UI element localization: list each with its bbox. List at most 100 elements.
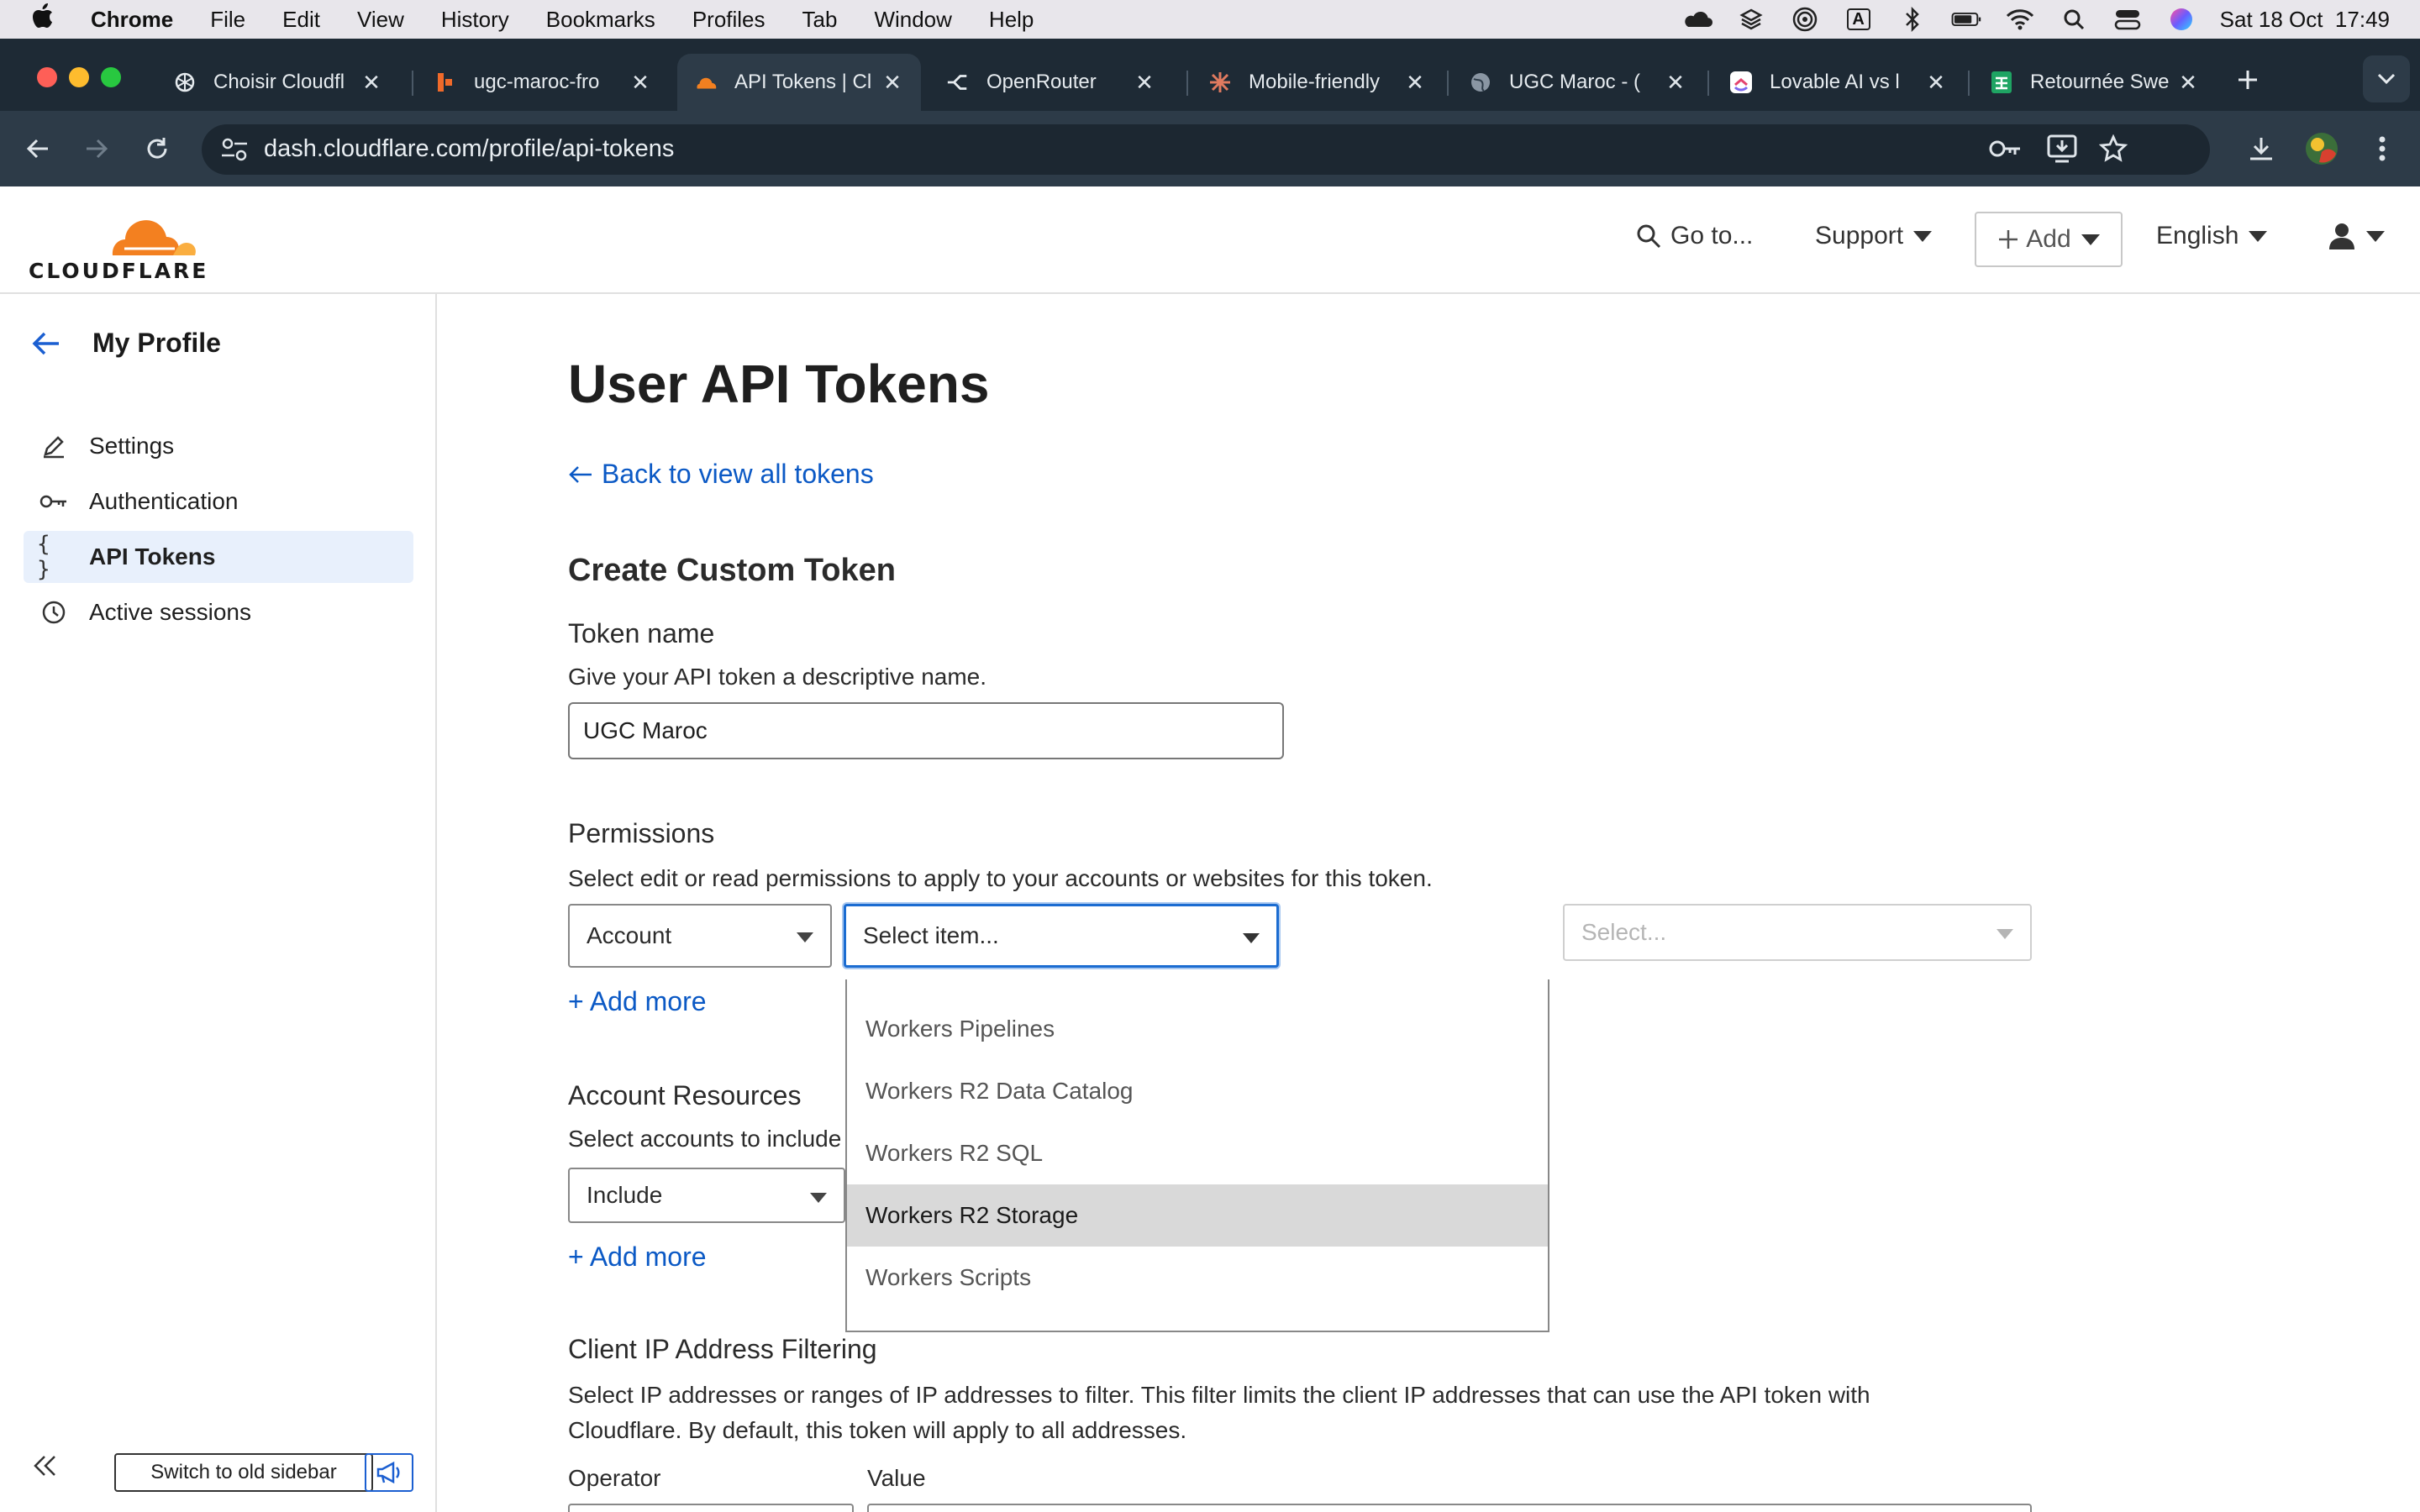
back-link-label: Back to view all tokens bbox=[602, 459, 874, 489]
support-menu[interactable]: Support bbox=[1815, 222, 1933, 250]
menu-profiles[interactable]: Profiles bbox=[692, 7, 765, 33]
permission-scope-select[interactable]: Account bbox=[568, 904, 832, 968]
browser-tab[interactable]: Lovable AI vs l ✕ bbox=[1712, 54, 1965, 111]
password-key-icon[interactable] bbox=[1988, 136, 2022, 165]
forward-button[interactable] bbox=[77, 129, 116, 168]
menu-file[interactable]: File bbox=[210, 7, 245, 33]
install-app-icon[interactable] bbox=[2047, 134, 2077, 167]
add-button[interactable]: Add bbox=[1975, 212, 2123, 267]
browser-toolbar: dash.cloudflare.com/profile/api-tokens bbox=[0, 111, 2420, 186]
clickup-icon bbox=[1729, 71, 1753, 94]
input-source-icon[interactable]: A bbox=[1844, 7, 1874, 32]
tab-separator bbox=[1968, 71, 1970, 96]
collapse-sidebar-icon[interactable] bbox=[30, 1452, 64, 1485]
profile-avatar[interactable] bbox=[2302, 129, 2341, 168]
menu-edit[interactable]: Edit bbox=[282, 7, 320, 33]
browser-tab[interactable]: OpenRouter ✕ bbox=[929, 54, 1173, 111]
switch-old-sidebar-button[interactable]: Switch to old sidebar bbox=[114, 1453, 373, 1492]
chrome-menu-button[interactable] bbox=[2363, 129, 2402, 168]
close-icon[interactable]: ✕ bbox=[1664, 70, 1687, 96]
close-icon[interactable]: ✕ bbox=[2176, 70, 2200, 96]
close-icon[interactable]: ✕ bbox=[629, 70, 652, 96]
window-zoom-button[interactable] bbox=[101, 67, 121, 87]
user-menu[interactable] bbox=[2328, 222, 2385, 250]
add-more-accounts-link[interactable]: + Add more bbox=[568, 1242, 707, 1273]
menu-window[interactable]: Window bbox=[874, 7, 951, 33]
apple-icon[interactable] bbox=[32, 3, 66, 35]
back-button[interactable] bbox=[18, 129, 57, 168]
close-icon[interactable]: ✕ bbox=[881, 70, 904, 96]
menu-view[interactable]: View bbox=[357, 7, 404, 33]
dropdown-option[interactable]: Workers Scripts bbox=[847, 1247, 1548, 1309]
menu-history[interactable]: History bbox=[441, 7, 509, 33]
token-name-input[interactable]: UGC Maroc bbox=[568, 702, 1284, 759]
address-bar[interactable]: dash.cloudflare.com/profile/api-tokens bbox=[202, 124, 2210, 175]
site-settings-icon[interactable] bbox=[220, 136, 249, 167]
menu-tab[interactable]: Tab bbox=[802, 7, 838, 33]
claude-icon bbox=[1208, 71, 1232, 94]
operator-select[interactable] bbox=[568, 1504, 854, 1512]
reload-button[interactable] bbox=[138, 129, 176, 168]
ip-value-input[interactable] bbox=[867, 1504, 2032, 1512]
dropdown-option[interactable]: Workers Pipelines bbox=[847, 998, 1548, 1060]
dropdown-option[interactable]: Workers R2 Data Catalog bbox=[847, 1060, 1548, 1122]
window-close-button[interactable] bbox=[37, 67, 57, 87]
wifi-icon[interactable] bbox=[2005, 7, 2035, 32]
caret-down-icon bbox=[1913, 230, 1933, 242]
bookmark-star-icon[interactable] bbox=[2098, 134, 2128, 167]
browser-tab-strip: Choisir Cloudfl ✕ ugc-maroc-fro ✕ API To… bbox=[0, 39, 2420, 111]
browser-tab[interactable]: UGC Maroc - ( ✕ bbox=[1452, 54, 1704, 111]
cloudflare-logo[interactable]: CLOUDFLARE bbox=[27, 205, 212, 283]
spotlight-icon[interactable] bbox=[2059, 7, 2089, 32]
clock-datetime[interactable]: Sat 18 Oct 17:49 bbox=[2220, 7, 2390, 33]
sidebar-item-settings[interactable]: Settings bbox=[24, 420, 413, 472]
cloud-icon[interactable] bbox=[1682, 7, 1712, 32]
browser-tab[interactable]: Retournée Swe ✕ bbox=[1973, 54, 2217, 111]
add-more-permissions-link[interactable]: + Add more bbox=[568, 986, 707, 1017]
caret-down-icon bbox=[797, 932, 813, 942]
language-menu[interactable]: English bbox=[2156, 222, 2268, 250]
arrow-left-icon bbox=[569, 465, 592, 483]
caret-down-icon bbox=[1243, 933, 1260, 943]
permission-item-select[interactable]: Select item... bbox=[844, 904, 1279, 968]
sidebar-item-authentication[interactable]: Authentication bbox=[24, 475, 413, 528]
close-icon[interactable]: ✕ bbox=[1403, 70, 1427, 96]
browser-tab[interactable]: Mobile-friendly ✕ bbox=[1192, 54, 1444, 111]
siri-icon[interactable] bbox=[2166, 7, 2196, 32]
airdrop-icon[interactable] bbox=[1790, 7, 1820, 32]
permission-scope-value: Account bbox=[587, 922, 672, 948]
window-minimize-button[interactable] bbox=[69, 67, 89, 87]
url-text[interactable]: dash.cloudflare.com/profile/api-tokens bbox=[264, 135, 674, 163]
dropdown-option[interactable]: Workers R2 SQL bbox=[847, 1122, 1548, 1184]
menu-bookmarks[interactable]: Bookmarks bbox=[546, 7, 655, 33]
permission-item-dropdown: Workers Pipelines Workers R2 Data Catalo… bbox=[845, 979, 1549, 1332]
bluetooth-icon[interactable] bbox=[1897, 7, 1928, 32]
sidebar-item-label: Settings bbox=[89, 433, 175, 459]
sidebar-item-active-sessions[interactable]: Active sessions bbox=[24, 586, 413, 638]
reload-icon bbox=[147, 138, 167, 159]
menu-app-name[interactable]: Chrome bbox=[91, 7, 173, 33]
sidebar-item-api-tokens[interactable]: { } API Tokens bbox=[24, 531, 413, 583]
new-tab-button[interactable] bbox=[2228, 60, 2267, 99]
menu-help[interactable]: Help bbox=[989, 7, 1034, 33]
browser-tab[interactable]: Choisir Cloudfl ✕ bbox=[156, 54, 400, 111]
dropdown-option-highlighted[interactable]: Workers R2 Storage bbox=[847, 1184, 1548, 1247]
goto-button[interactable]: Go to... bbox=[1635, 222, 1753, 250]
browser-tab-active[interactable]: API Tokens | Cl ✕ bbox=[677, 54, 921, 111]
browser-tab[interactable]: ugc-maroc-fro ✕ bbox=[417, 54, 669, 111]
downloads-button[interactable] bbox=[2242, 129, 2281, 168]
close-icon[interactable]: ✕ bbox=[1924, 70, 1948, 96]
battery-icon[interactable] bbox=[1951, 7, 1981, 32]
back-arrow-icon[interactable] bbox=[30, 328, 64, 361]
close-icon[interactable]: ✕ bbox=[360, 70, 383, 96]
caret-down-icon bbox=[2366, 230, 2385, 242]
close-icon[interactable]: ✕ bbox=[1133, 70, 1156, 96]
feedback-button[interactable] bbox=[365, 1453, 413, 1492]
account-include-select[interactable]: Include bbox=[568, 1168, 845, 1223]
tab-search-button[interactable] bbox=[2363, 55, 2410, 102]
tab-title: OpenRouter bbox=[986, 71, 1097, 93]
back-to-tokens-link[interactable]: Back to view all tokens bbox=[568, 459, 874, 490]
stack-icon[interactable] bbox=[1736, 7, 1766, 32]
permission-access-select[interactable]: Select... bbox=[1563, 904, 2032, 961]
control-center-icon[interactable] bbox=[2112, 7, 2143, 32]
